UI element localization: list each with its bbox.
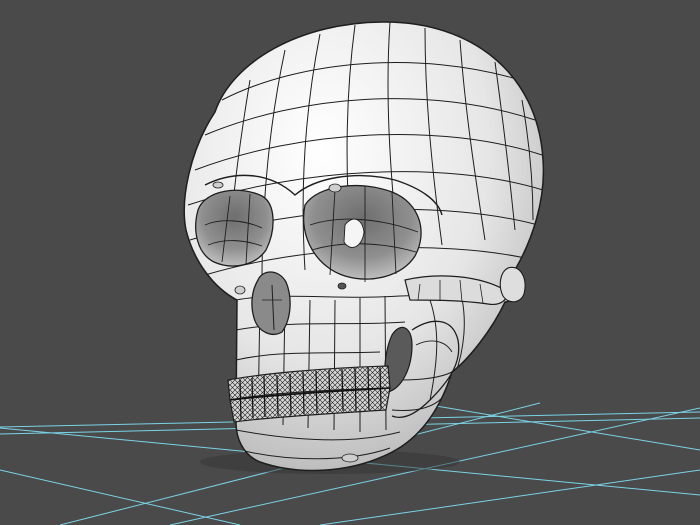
mastoid-process [499, 266, 526, 303]
skull-mesh[interactable] [183, 21, 545, 472]
viewport-canvas[interactable] [0, 0, 700, 525]
3d-viewport[interactable] [0, 0, 700, 525]
nasal-cavity [251, 271, 291, 335]
